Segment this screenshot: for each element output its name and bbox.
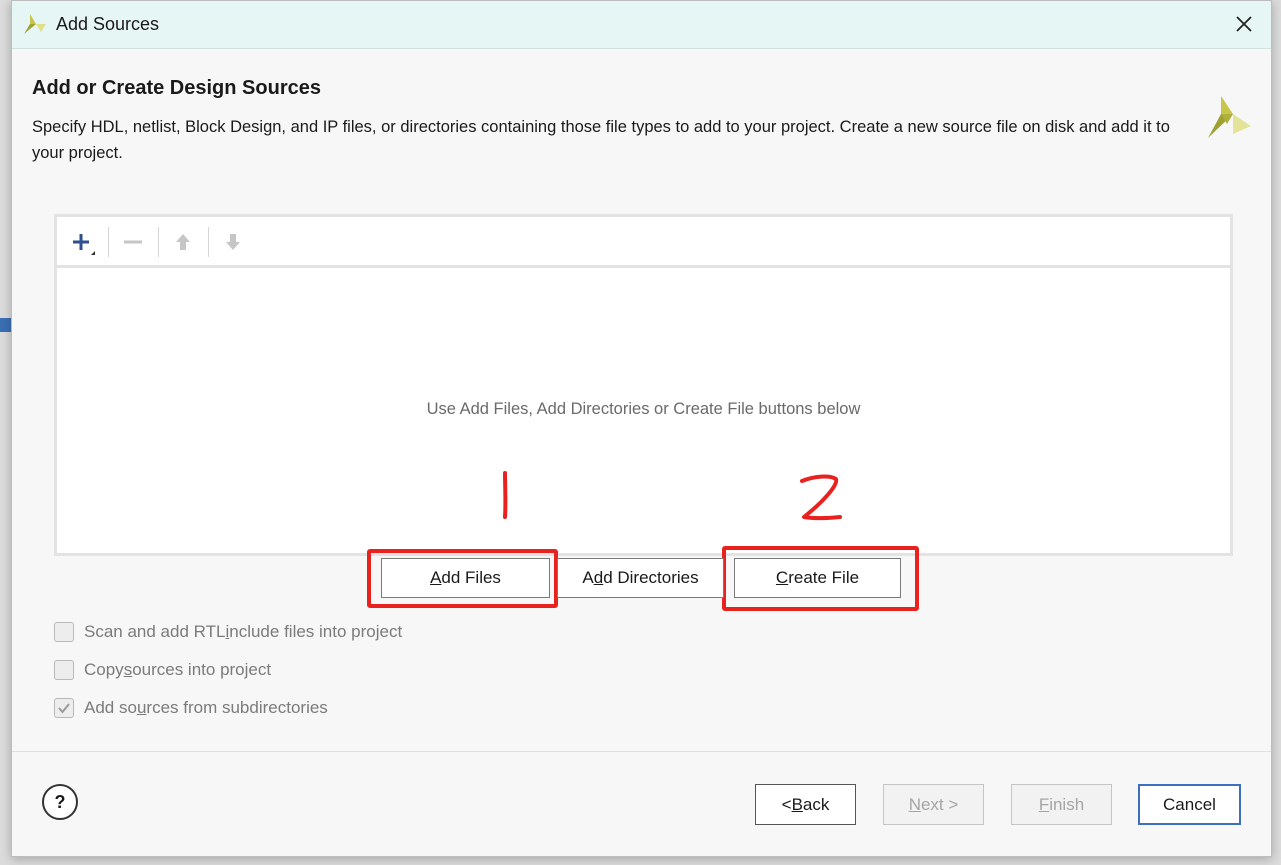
checkbox-box[interactable] xyxy=(54,622,74,642)
add-icon[interactable] xyxy=(67,227,97,257)
move-up-icon[interactable] xyxy=(168,227,198,257)
remove-icon[interactable] xyxy=(118,227,148,257)
checkbox-box[interactable] xyxy=(54,698,74,718)
page-heading: Add or Create Design Sources xyxy=(32,77,321,99)
vivado-logo-icon xyxy=(1207,96,1253,145)
add-files-button[interactable]: Add Files xyxy=(381,558,550,598)
background-app-bar xyxy=(0,318,11,332)
annotation-number-1: 1 xyxy=(495,467,515,535)
cancel-button[interactable]: Cancel xyxy=(1138,784,1241,825)
footer-divider xyxy=(12,751,1271,752)
copy-sources-checkbox[interactable]: Copy s ources into project xyxy=(54,660,271,680)
toolbar-separator xyxy=(158,227,159,257)
toolbar-separator xyxy=(108,227,109,257)
title-bar: Add Sources xyxy=(12,1,1271,49)
move-down-icon[interactable] xyxy=(218,227,248,257)
empty-list-message: Use Add Files, Add Directories or Create… xyxy=(426,400,861,418)
help-button[interactable]: ? xyxy=(42,784,78,820)
finish-button[interactable]: Finish xyxy=(1011,784,1112,825)
annotation-number-2: 2 xyxy=(796,471,846,539)
scan-rtl-include-checkbox[interactable]: Scan and add RTL i nclude files into proj… xyxy=(54,622,402,642)
close-icon[interactable] xyxy=(1231,11,1257,37)
add-sources-dialog: Add Sources Add or Create Design Sources… xyxy=(11,0,1272,857)
page-description: Specify HDL, netlist, Block Design, and … xyxy=(32,118,1170,162)
back-button[interactable]: < Back xyxy=(755,784,856,825)
sources-list-panel: Use Add Files, Add Directories or Create… xyxy=(54,214,1233,556)
add-directories-button[interactable]: Add Directories xyxy=(557,558,724,598)
window-title: Add Sources xyxy=(56,14,160,34)
toolbar-separator xyxy=(208,227,209,257)
next-button[interactable]: Next > xyxy=(883,784,984,825)
checkmark-icon xyxy=(58,703,70,714)
create-file-button[interactable]: Create File xyxy=(734,558,901,598)
checkbox-box[interactable] xyxy=(54,660,74,680)
sources-toolbar xyxy=(57,217,1230,268)
add-subdirectories-checkbox[interactable]: Add so u rces from subdirectories xyxy=(54,698,328,718)
vivado-logo-icon xyxy=(22,12,48,41)
